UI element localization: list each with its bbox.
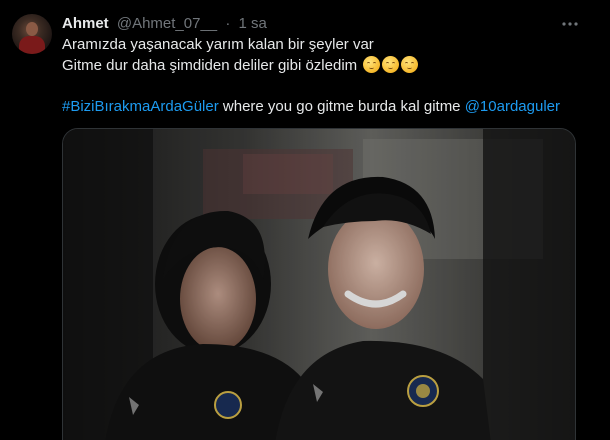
avatar[interactable] xyxy=(12,14,52,54)
author-handle[interactable]: @Ahmet_07__ xyxy=(117,15,217,32)
relieved-face-emoji xyxy=(382,56,400,73)
relieved-face-emoji xyxy=(401,56,419,73)
tweet-timestamp[interactable]: 1 sa xyxy=(238,15,266,32)
tweet-article[interactable]: Ahmet @Ahmet_07__ · 1 sa Aramızda yaşana… xyxy=(0,0,610,440)
tweet-text-line-2: Gitme dur daha şimdiden deliler gibi özl… xyxy=(62,56,419,76)
relieved-face-emoji xyxy=(363,56,381,73)
more-horizontal-icon[interactable] xyxy=(560,14,580,34)
author-name[interactable]: Ahmet xyxy=(62,15,109,32)
tweet-media-image[interactable] xyxy=(62,128,576,440)
tweet-text-line-2-text: Gitme dur daha şimdiden deliler gibi özl… xyxy=(62,57,358,74)
separator-dot: · xyxy=(225,15,231,32)
tweet-text-line-3: #BiziBırakmaArdaGüler where you go gitme… xyxy=(62,97,560,117)
tweet-text-middle: where you go gitme burda kal gitme xyxy=(218,98,465,115)
photo-two-players xyxy=(63,129,575,440)
mention-link[interactable]: @10ardaguler xyxy=(465,98,560,115)
tweet-text-line-1: Aramızda yaşanacak yarım kalan bir şeyle… xyxy=(62,36,374,53)
tweet-header: Ahmet @Ahmet_07__ · 1 sa xyxy=(62,15,267,33)
hashtag-link[interactable]: #BiziBırakmaArdaGüler xyxy=(62,98,219,115)
